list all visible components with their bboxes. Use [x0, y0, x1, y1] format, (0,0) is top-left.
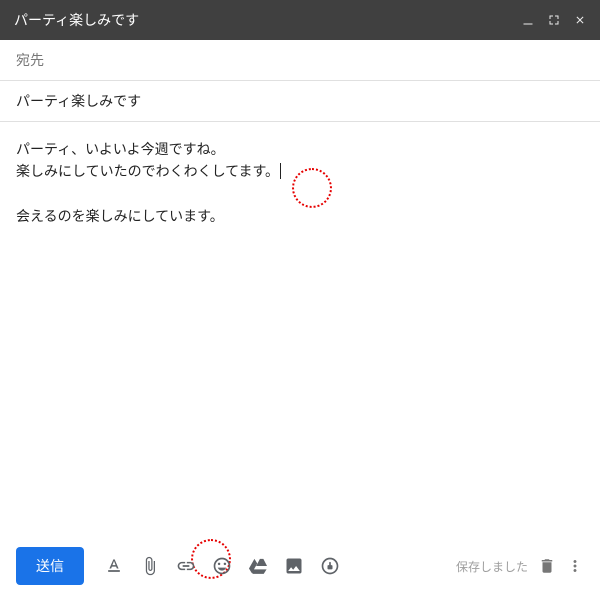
compose-footer: 送信 保存しました	[0, 537, 600, 595]
image-icon[interactable]	[278, 550, 310, 582]
link-icon[interactable]	[170, 550, 202, 582]
body-line-1: パーティ、いよいよ今週ですね。	[16, 138, 584, 160]
close-icon[interactable]	[574, 14, 586, 26]
formatting-icon[interactable]	[98, 550, 130, 582]
more-icon[interactable]	[566, 557, 584, 575]
compose-header: パーティ楽しみです	[0, 0, 600, 40]
expand-icon[interactable]	[548, 14, 560, 26]
blank-line	[16, 183, 584, 205]
attach-icon[interactable]	[134, 550, 166, 582]
recipients-label: 宛先	[16, 52, 44, 68]
footer-toolbar-right: 保存しました	[456, 557, 584, 575]
text-cursor	[280, 163, 281, 179]
recipients-row[interactable]: 宛先	[0, 40, 600, 81]
emoji-icon[interactable]	[206, 550, 238, 582]
subject-row[interactable]: パーティ楽しみです	[0, 81, 600, 122]
subject-text: パーティ楽しみです	[16, 93, 141, 109]
body-line-2: 楽しみにしていたのでわくわくしてます。	[16, 160, 584, 182]
send-button[interactable]: 送信	[16, 547, 84, 585]
drive-icon[interactable]	[242, 550, 274, 582]
saved-status: 保存しました	[456, 558, 528, 575]
compose-title: パーティ楽しみです	[14, 10, 139, 30]
footer-toolbar-left: 送信	[16, 547, 346, 585]
body-line-3: 会えるのを楽しみにしています。	[16, 205, 584, 227]
window-controls	[522, 14, 586, 26]
trash-icon[interactable]	[538, 557, 556, 575]
minimize-icon[interactable]	[522, 14, 534, 26]
confidential-icon[interactable]	[314, 550, 346, 582]
email-body[interactable]: パーティ、いよいよ今週ですね。 楽しみにしていたのでわくわくしてます。 会えるの…	[0, 122, 600, 552]
